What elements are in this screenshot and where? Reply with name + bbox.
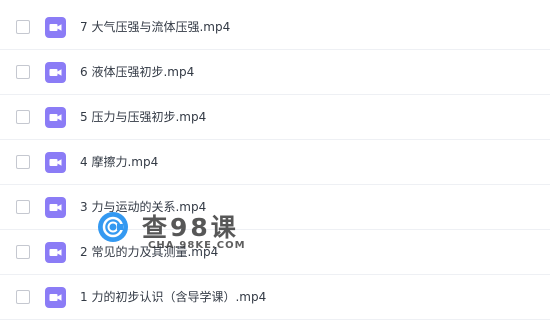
video-file-icon xyxy=(45,62,66,83)
file-row[interactable]: 7 大气压强与流体压强.mp4 xyxy=(0,5,550,50)
video-file-icon xyxy=(45,287,66,308)
file-name[interactable]: 5 压力与压强初步.mp4 xyxy=(80,95,206,140)
file-row[interactable]: 3 力与运动的关系.mp4 xyxy=(0,185,550,230)
file-list: 7 大气压强与流体压强.mp4 6 液体压强初步.mp4 5 压力与压强初步.m… xyxy=(0,0,550,321)
file-row[interactable]: 1 力的初步认识（含导学课）.mp4 xyxy=(0,275,550,320)
row-checkbox[interactable] xyxy=(16,245,30,259)
file-name[interactable]: 3 力与运动的关系.mp4 xyxy=(80,185,206,230)
video-file-icon xyxy=(45,152,66,173)
row-checkbox[interactable] xyxy=(16,290,30,304)
video-file-icon xyxy=(45,197,66,218)
video-file-icon xyxy=(45,242,66,263)
file-name[interactable]: 7 大气压强与流体压强.mp4 xyxy=(80,5,230,50)
file-name[interactable]: 4 摩擦力.mp4 xyxy=(80,140,158,185)
row-checkbox[interactable] xyxy=(16,200,30,214)
video-file-icon xyxy=(45,17,66,38)
file-row[interactable]: 4 摩擦力.mp4 xyxy=(0,140,550,185)
file-name[interactable]: 2 常见的力及其测量.mp4 xyxy=(80,230,218,275)
file-name[interactable]: 1 力的初步认识（含导学课）.mp4 xyxy=(80,275,266,320)
file-row[interactable]: 5 压力与压强初步.mp4 xyxy=(0,95,550,140)
file-name[interactable]: 6 液体压强初步.mp4 xyxy=(80,50,194,95)
video-file-icon xyxy=(45,107,66,128)
file-row[interactable]: 2 常见的力及其测量.mp4 xyxy=(0,230,550,275)
row-checkbox[interactable] xyxy=(16,110,30,124)
row-checkbox[interactable] xyxy=(16,155,30,169)
row-checkbox[interactable] xyxy=(16,20,30,34)
row-checkbox[interactable] xyxy=(16,65,30,79)
file-row[interactable]: 6 液体压强初步.mp4 xyxy=(0,50,550,95)
